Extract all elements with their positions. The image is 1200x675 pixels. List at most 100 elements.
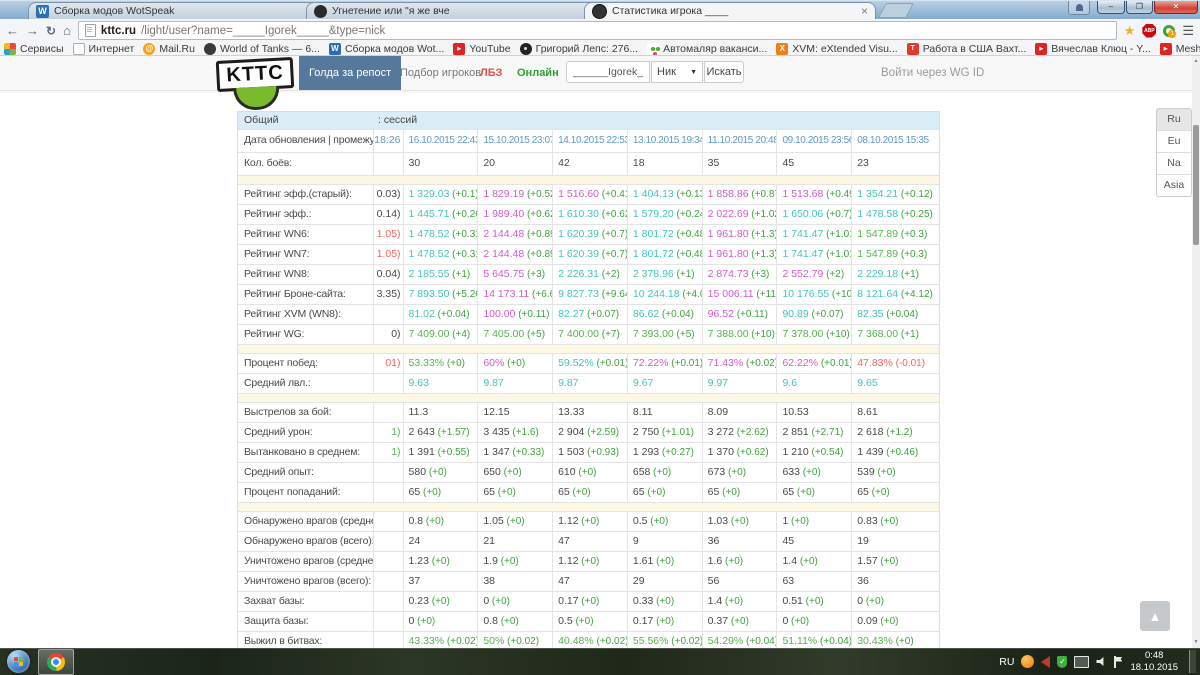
session-date[interactable]: 14.10.2015 22:53 [553, 130, 628, 152]
stat-cell: 81.02 (+0.04) [404, 305, 479, 324]
stat-value: 1 620.39 [558, 228, 599, 240]
stat-value: 7 393.00 [632, 328, 674, 340]
session-date[interactable]: 11.10.2015 20:48 [703, 130, 778, 152]
stat-value: 2 904 [558, 426, 585, 438]
home-icon[interactable]: ⌂ [63, 24, 71, 37]
browser-tab[interactable]: Статистика игрока ____ × [584, 2, 876, 19]
stat-value: 1.03 [707, 515, 729, 527]
close-button[interactable]: ✕ [1154, 1, 1198, 14]
extension-q-icon[interactable] [1163, 24, 1177, 38]
scroll-to-top-button[interactable]: ▲ [1140, 601, 1170, 631]
bookmark-star-icon[interactable]: ★ [1124, 24, 1136, 37]
bookmark-item[interactable]: Интернет [72, 42, 134, 55]
stat-value: 1.57 [857, 555, 878, 567]
start-button[interactable] [7, 650, 30, 673]
stat-cell: 673 (+0) [703, 463, 778, 482]
flag-icon[interactable] [1113, 655, 1123, 668]
stat-delta: (-0.01) [892, 358, 926, 369]
bookmark-item[interactable]: Автомаляр ваканси... [647, 42, 767, 55]
stat-delta: (+1.3) [748, 249, 778, 260]
stat-cell: 0.17 (+0) [553, 592, 628, 611]
maximize-button[interactable]: ❐ [1126, 1, 1153, 14]
menu-icon[interactable]: ☰ [1182, 24, 1194, 37]
nav-item-online[interactable]: Онлайн [507, 56, 569, 90]
minimize-button[interactable]: – [1097, 1, 1125, 14]
server-item-asia[interactable]: Asia [1157, 175, 1191, 196]
wg-login-link[interactable]: Войти через WG ID [881, 56, 984, 90]
session-date[interactable]: 13.10.2015 19:34 [628, 130, 703, 152]
bookmark-label: World of Tanks — 6... [219, 42, 320, 55]
forward-icon[interactable]: → [26, 24, 39, 37]
bookmark-item[interactable]: XVM: eXtended Visu... [776, 42, 898, 55]
stat-value: 47.83% [857, 357, 893, 369]
clock[interactable]: 0:48 18.10.2015 [1130, 650, 1182, 673]
server-item-eu[interactable]: Eu [1157, 131, 1191, 153]
scrollbar-up-icon[interactable]: ▲ [1192, 56, 1200, 67]
back-icon[interactable]: ← [6, 24, 19, 37]
bookmark-item[interactable]: Сервисы [4, 42, 64, 55]
network-icon[interactable] [1074, 655, 1090, 668]
stat-delta: (+0) [794, 487, 815, 498]
stat-cell: 90.89 (+0.07) [777, 305, 853, 324]
stat-value: 0.09 [857, 615, 878, 627]
session-date[interactable]: 09.10.2015 23:56 [777, 130, 853, 152]
bookmark-item[interactable]: Григорий Лепс: 276... [519, 42, 638, 55]
stat-value: 1.61 [632, 555, 654, 567]
avast-icon[interactable] [1021, 655, 1035, 668]
total-interval: 18:26 [374, 130, 404, 152]
session-date[interactable]: 08.10.2015 15:35 [852, 130, 939, 152]
stat-cell: 1 829.19 (+0.52) [478, 185, 554, 204]
address-bar[interactable]: kttc.ru /light/user?name=_____Igorek____… [77, 21, 1117, 40]
bookmark-item[interactable]: Сборка модов Wot... [328, 42, 444, 55]
nav-item-gold-repost[interactable]: Голда за репост [299, 56, 402, 90]
browser-tab[interactable]: Сборка модов WotSpeak× [28, 2, 320, 19]
tab-close-icon[interactable]: × [861, 5, 868, 17]
scrollbar-down-icon[interactable]: ▼ [1192, 637, 1200, 648]
w-icon [328, 42, 341, 55]
alarm-icon[interactable] [1041, 655, 1051, 668]
bookmark-item[interactable]: World of Tanks — 6... [203, 42, 320, 55]
bookmark-label: Работа в США Вахт... [922, 42, 1027, 55]
refresh-icon[interactable]: ↻ [46, 25, 56, 37]
language-indicator[interactable]: RU [999, 656, 1014, 668]
scrollbar-thumb[interactable] [1193, 125, 1199, 245]
stat-value: 2 185.55 [408, 268, 450, 280]
bookmark-item[interactable]: Mail.Ru [143, 42, 195, 55]
stat-delta: (+0) [788, 616, 810, 627]
security-shield-icon[interactable]: ✓ [1057, 655, 1068, 668]
volume-icon[interactable] [1096, 657, 1104, 666]
profile-button[interactable] [1068, 1, 1090, 15]
stat-delta: (+0) [650, 467, 672, 478]
new-tab-button[interactable] [878, 3, 914, 18]
session-date[interactable]: 15.10.2015 23:07 [478, 130, 554, 152]
row-label: Дата обновления | промежуток: [238, 130, 374, 152]
stat-cell: 43.33% (+0.02) [404, 632, 479, 648]
search-type-select[interactable]: Ник ▼ [651, 61, 703, 83]
bookmark-label: YouTube [469, 42, 511, 55]
bookmark-item[interactable]: Meshuggah TV | Wo... [1159, 42, 1200, 55]
server-item-ru[interactable]: Ru [1157, 109, 1191, 131]
stat-delta: (+9.64) [601, 289, 627, 300]
search-button[interactable]: Искать [704, 61, 744, 83]
show-desktop-button[interactable] [1189, 650, 1196, 673]
kttc-helmet-icon [592, 3, 607, 19]
stat-value: 45 [782, 535, 795, 547]
kttc-logo[interactable]: KTTC [215, 57, 296, 112]
stat-delta: (+0.31) [452, 249, 477, 260]
table-row: Средний лвл.: 9.63 9.87 9.87 9.67 9.97 9.6 9.65 [238, 374, 939, 394]
stat-value: 45 [782, 157, 795, 169]
browser-tab[interactable]: Угнетение или "я же вче× [306, 2, 598, 19]
page-scrollbar[interactable]: ▲ ▼ [1192, 56, 1200, 648]
total-fragment: 3.35) [376, 288, 401, 300]
bookmark-item[interactable]: Работа в США Вахт... [906, 42, 1027, 55]
bookmark-item[interactable]: Вячеслав Клюц - Y... [1035, 42, 1151, 55]
server-item-na[interactable]: Na [1157, 153, 1191, 175]
stat-delta: (+0.01) [593, 358, 628, 369]
player-search-input[interactable] [566, 61, 650, 83]
taskbar-chrome-button[interactable] [38, 648, 74, 675]
adblock-icon[interactable]: ABP [1142, 23, 1157, 38]
total-value-clipped [374, 305, 404, 324]
total-value-clipped: 01) [374, 354, 404, 373]
session-date[interactable]: 16.10.2015 22:43 [404, 130, 479, 152]
bookmark-item[interactable]: YouTube [453, 42, 511, 55]
